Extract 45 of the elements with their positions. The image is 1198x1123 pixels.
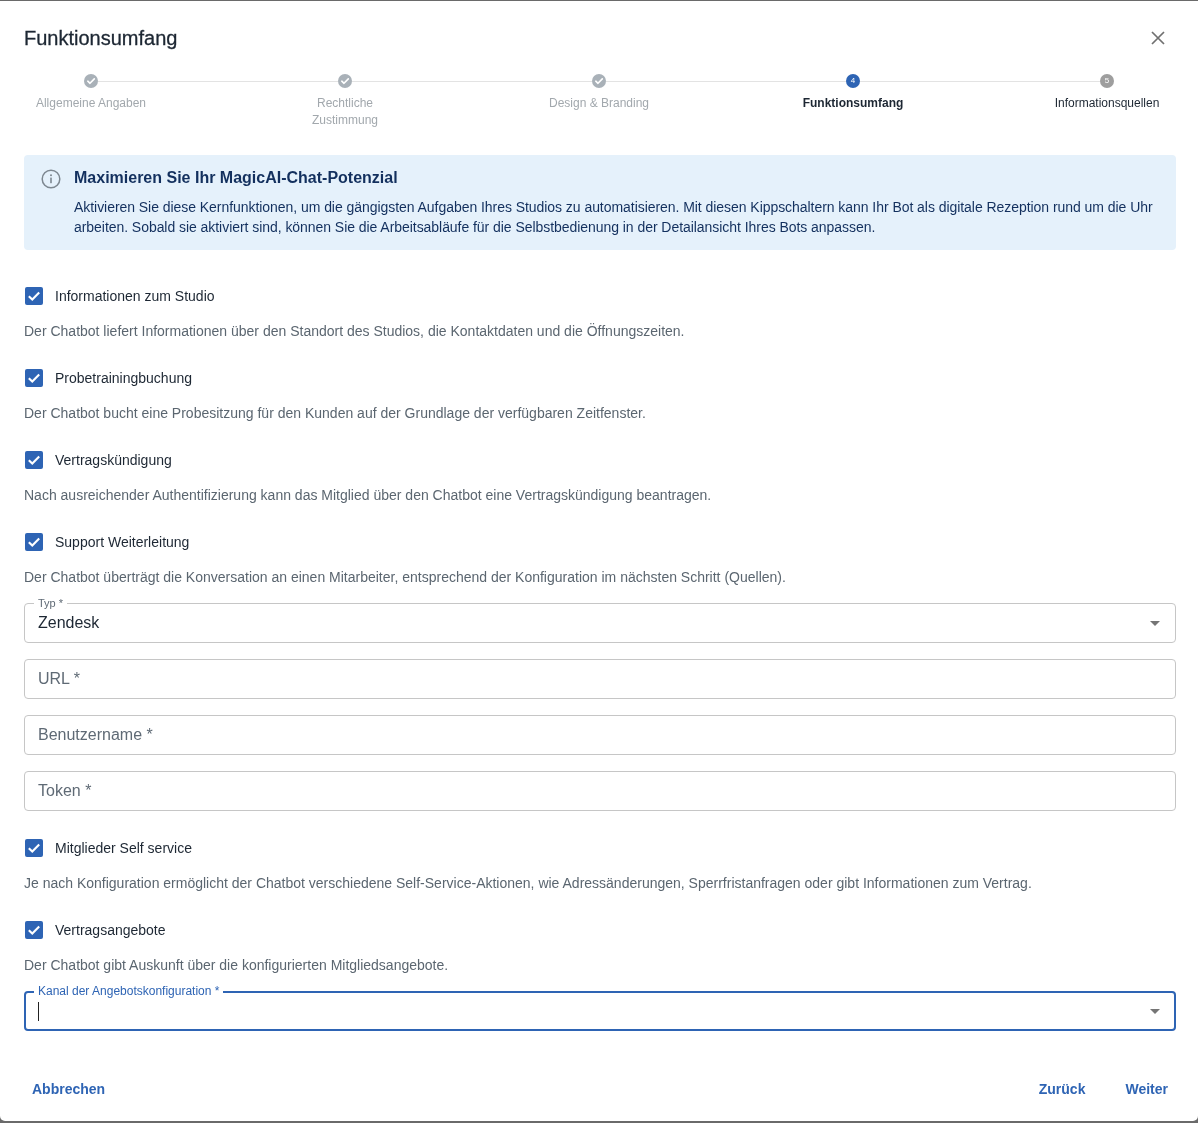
close-icon (1151, 31, 1165, 45)
feature-description: Nach ausreichender Authentifizierung kann das Mitglied über den Chatbot eine Vertragskündigung beantragen. (24, 486, 713, 505)
field-label: URL * (38, 669, 81, 689)
input-field[interactable]: Token * (24, 771, 1176, 811)
checkbox-label[interactable]: Vertragsangebote (55, 920, 166, 940)
checkbox[interactable] (25, 921, 43, 939)
checkbox-label[interactable]: Support Weiterleitung (55, 532, 190, 552)
feature-description: Je nach Konfiguration ermöglicht der Chatbot verschiedene Self-Service-Aktionen, wie Adressänderungen, Sperrfristanfragen oder gibt Informationen zum Vertrag. (24, 874, 1033, 893)
banner-text: Aktivieren Sie diese Kernfunktionen, um die gängigsten Aufgaben Ihres Studios zu automatisieren. Mit diesen Kippschaltern kann Ihr Bot als digitale Rezeption rund um die Uhr arbeiten. Sobald sie aktiviert sind, können Sie die Arbeitsabläufe für die Selbstbedienung in der Detailansicht Ihres Bots anpassen. (74, 198, 1154, 237)
checkbox[interactable] (25, 533, 43, 551)
caret-icon (1150, 1008, 1160, 1014)
info-icon (41, 169, 61, 189)
step-label: Allgemeine Angaben (35, 95, 147, 112)
feature-description: Der Chatbot bucht eine Probesitzung für den Kunden auf der Grundlage der verfügbaren Zeitfenster. (24, 404, 647, 423)
next-button[interactable]: Weiter (1117, 1071, 1176, 1107)
input-field[interactable]: URL * (24, 659, 1176, 699)
feature-description: Der Chatbot überträgt die Konversation an einen Mitarbeiter, entsprechend der Konfiguration im nächsten Schritt (Quellen). (24, 568, 787, 587)
checkbox-label[interactable]: Vertragskündigung (55, 450, 172, 470)
step-label: Informationsquellen (1054, 95, 1160, 112)
cancel-button[interactable]: Abbrechen (24, 1071, 114, 1107)
field-label: Token * (38, 781, 92, 801)
checkbox[interactable] (25, 287, 43, 305)
caret-icon (1150, 620, 1160, 626)
field-label: Typ * (34, 596, 68, 610)
checkbox[interactable] (25, 369, 43, 387)
step-label: Rechtliche Zustimmung (311, 95, 379, 129)
banner-title: Maximieren Sie Ihr MagicAI-Chat-Potenzial (74, 168, 399, 188)
feature-description: Der Chatbot gibt Auskunft über die konfigurierten Mitgliedsangebote. (24, 956, 450, 975)
field-label: Benutzername * (38, 725, 153, 745)
back-button[interactable]: Zurück (1030, 1071, 1094, 1107)
step-label: Funktionsumfang (802, 95, 904, 112)
step-number: 4 (846, 74, 860, 88)
checkbox-label[interactable]: Probetrainingbuchung (55, 368, 192, 388)
step-label: Design & Branding (548, 95, 650, 112)
text-cursor-icon (38, 1001, 39, 1021)
checkbox[interactable] (25, 451, 43, 469)
dialog-title: Funktionsumfang (24, 26, 178, 51)
checkbox-label[interactable]: Informationen zum Studio (55, 286, 215, 306)
feature-description: Der Chatbot liefert Informationen über den Standort des Studios, die Kontaktdaten und die Öffnungszeiten. (24, 322, 686, 341)
input-field[interactable]: Benutzername * (24, 715, 1176, 755)
field-value: Zendesk (38, 613, 100, 633)
checkbox[interactable] (25, 839, 43, 857)
field-label: Kanal der Angebotskonfiguration * (34, 984, 224, 998)
checkbox-label[interactable]: Mitglieder Self service (55, 838, 192, 858)
step-number: 5 (1100, 74, 1114, 88)
